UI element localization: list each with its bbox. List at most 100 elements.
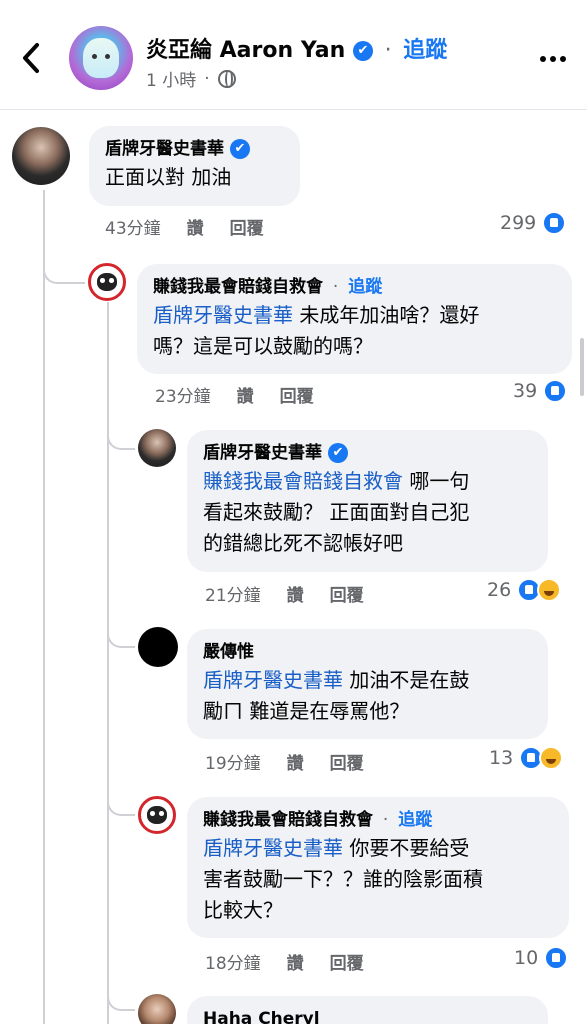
commenter-name[interactable]: 盾牌牙醫史書華 bbox=[105, 139, 224, 159]
reaction-count[interactable]: 299 bbox=[500, 211, 567, 235]
post-time-row: 1 小時 · bbox=[146, 66, 236, 91]
back-button[interactable] bbox=[14, 38, 48, 78]
comment-meta: 23分鐘 讚 回覆 bbox=[155, 382, 314, 407]
comment-time[interactable]: 19分鐘 bbox=[205, 749, 261, 774]
reply-button[interactable]: 回覆 bbox=[330, 749, 364, 774]
commenter-name-row: 盾牌牙醫史書華 ✔ bbox=[105, 136, 284, 162]
commenter-avatar[interactable] bbox=[12, 127, 70, 185]
mention-link[interactable]: 盾牌牙醫史書華 bbox=[203, 836, 343, 860]
comment-time[interactable]: 23分鐘 bbox=[155, 382, 211, 407]
commenter-name[interactable]: 賺錢我最會賠錢自救會 bbox=[153, 277, 323, 297]
comment-bubble: 賺錢我最會賠錢自救會 · 追蹤 盾牌牙醫史書華 未成年加油啥？還好 嗎？這是可以… bbox=[137, 264, 572, 374]
verified-icon: ✔ bbox=[352, 41, 373, 61]
more-options-button[interactable] bbox=[536, 42, 570, 76]
comment-bubble: 盾牌牙醫史書華 ✔ 正面以對 加油 bbox=[89, 126, 300, 206]
commenter-name-row: 賺錢我最會賠錢自救會 · 追蹤 bbox=[153, 274, 556, 300]
page-name-row: 炎亞綸 Aaron Yan ✔ · 追蹤 bbox=[146, 32, 447, 64]
mention-link[interactable]: 盾牌牙醫史書華 bbox=[203, 668, 343, 692]
reaction-count-value: 39 bbox=[513, 380, 538, 402]
comment-text: 盾牌牙醫史書華 未成年加油啥？還好 嗎？這是可以鼓勵的嗎？ bbox=[153, 300, 556, 362]
comment-text-line: 害者鼓勵一下？？誰的陰影面積 bbox=[203, 867, 483, 891]
commenter-avatar[interactable] bbox=[138, 627, 178, 667]
comment-text: 賺錢我最會賠錢自救會 哪一句 看起來鼓勵？ 正面面對自己犯 的錯總比死不認帳好吧 bbox=[203, 466, 532, 559]
reply-button[interactable]: 回覆 bbox=[330, 949, 364, 974]
like-button[interactable]: 讚 bbox=[237, 382, 254, 407]
follow-button[interactable]: 追蹤 bbox=[348, 277, 382, 297]
follow-button[interactable]: 追蹤 bbox=[398, 810, 432, 830]
separator-dot: · bbox=[204, 68, 210, 89]
post-header: 炎亞綸 Aaron Yan ✔ · 追蹤 1 小時 · bbox=[0, 0, 587, 110]
reply-button[interactable]: 回覆 bbox=[330, 581, 364, 606]
comment-text-line: 未成年加油啥？還好 bbox=[293, 303, 480, 327]
reply-button[interactable]: 回覆 bbox=[280, 382, 314, 407]
like-button[interactable]: 讚 bbox=[287, 749, 304, 774]
separator-dot: · bbox=[332, 277, 339, 297]
thread-connector bbox=[107, 778, 135, 816]
more-icon bbox=[540, 56, 546, 62]
comment-text-line: 哪一句 bbox=[403, 469, 470, 493]
like-button[interactable]: 讚 bbox=[287, 949, 304, 974]
commenter-name[interactable]: 嚴傳惟 bbox=[203, 642, 254, 662]
commenter-name-row: Haha Cheryl bbox=[203, 1006, 532, 1024]
scrollbar[interactable] bbox=[580, 338, 584, 396]
page-name[interactable]: 炎亞綸 Aaron Yan bbox=[146, 38, 345, 63]
comment-text: 盾牌牙醫史書華 加油不是在鼓 勵ㄇ 難道是在辱罵他？ bbox=[203, 665, 532, 727]
follow-button[interactable]: 追蹤 bbox=[403, 38, 447, 63]
thread-connector bbox=[107, 975, 135, 1011]
reaction-count[interactable]: 10 bbox=[514, 946, 569, 970]
commenter-avatar[interactable] bbox=[138, 796, 176, 834]
comment-text: 盾牌牙醫史書華 你要不要給受 害者鼓勵一下？？誰的陰影面積 比較大？ bbox=[203, 833, 553, 926]
separator-dot: · bbox=[382, 810, 389, 830]
like-reaction-icon bbox=[543, 379, 568, 403]
separator-dot: · bbox=[384, 38, 392, 63]
comment-text-line: 看起來鼓勵？ 正面面對自己犯 bbox=[203, 500, 470, 524]
reaction-count[interactable]: 26 bbox=[487, 578, 562, 602]
thread-connector bbox=[107, 410, 135, 450]
comment-meta: 18分鐘 讚 回覆 bbox=[205, 949, 364, 974]
like-button[interactable]: 讚 bbox=[187, 214, 204, 239]
commenter-name-row: 賺錢我最會賠錢自救會 · 追蹤 bbox=[203, 807, 553, 833]
commenter-name-row: 盾牌牙醫史書華 ✔ bbox=[203, 440, 532, 466]
comment-text-line: 加油不是在鼓 bbox=[343, 668, 470, 692]
mention-link[interactable]: 盾牌牙醫史書華 bbox=[153, 303, 293, 327]
verified-icon: ✔ bbox=[327, 443, 348, 463]
reaction-count[interactable]: 39 bbox=[513, 379, 568, 403]
mention-link[interactable]: 賺錢我最會賠錢自救會 bbox=[203, 469, 403, 493]
comment-meta: 43分鐘 讚 回覆 bbox=[105, 214, 264, 239]
comment-time[interactable]: 43分鐘 bbox=[105, 214, 161, 239]
haha-reaction-icon bbox=[537, 578, 562, 602]
like-button[interactable]: 讚 bbox=[287, 581, 304, 606]
comment-text-line: 比較大？ bbox=[203, 898, 283, 922]
reaction-count-value: 26 bbox=[487, 579, 512, 601]
reaction-count-value: 299 bbox=[500, 212, 537, 234]
reaction-count-value: 13 bbox=[489, 747, 514, 769]
like-reaction-icon bbox=[544, 946, 569, 970]
reply-button[interactable]: 回覆 bbox=[230, 214, 264, 239]
commenter-name[interactable]: 賺錢我最會賠錢自救會 bbox=[203, 810, 373, 830]
comment-bubble: 盾牌牙醫史書華 ✔ 賺錢我最會賠錢自救會 哪一句 看起來鼓勵？ 正面面對自己犯 … bbox=[187, 430, 548, 572]
thread-line bbox=[43, 190, 45, 1024]
commenter-name[interactable]: Haha Cheryl bbox=[203, 1009, 320, 1024]
comment-text: 正面以對 加油 bbox=[105, 165, 232, 189]
reaction-count-value: 10 bbox=[514, 947, 539, 969]
comment-text-line: 你要不要給受 bbox=[343, 836, 470, 860]
commenter-avatar[interactable] bbox=[138, 994, 176, 1024]
post-time[interactable]: 1 小時 bbox=[146, 66, 196, 91]
comment-text-line: 嗎？這是可以鼓勵的嗎？ bbox=[153, 334, 373, 358]
thread-connector bbox=[43, 240, 85, 284]
reaction-count[interactable]: 13 bbox=[489, 746, 564, 770]
comment-meta: 21分鐘 讚 回覆 bbox=[205, 581, 364, 606]
comment-bubble: Haha Cheryl bbox=[187, 996, 548, 1024]
commenter-avatar[interactable] bbox=[138, 429, 176, 467]
comment-text-line: 勵ㄇ 難道是在辱罵他？ bbox=[203, 699, 410, 723]
haha-reaction-icon bbox=[539, 746, 564, 770]
comment-time[interactable]: 21分鐘 bbox=[205, 581, 261, 606]
comment-time[interactable]: 18分鐘 bbox=[205, 949, 261, 974]
commenter-name[interactable]: 盾牌牙醫史書華 bbox=[203, 443, 322, 463]
commenter-avatar[interactable] bbox=[88, 263, 126, 301]
comment-text-line: 的錯總比死不認帳好吧 bbox=[203, 531, 403, 555]
back-arrow-icon bbox=[23, 43, 39, 73]
comment-meta: 19分鐘 讚 回覆 bbox=[205, 749, 364, 774]
comment-bubble: 嚴傳惟 盾牌牙醫史書華 加油不是在鼓 勵ㄇ 難道是在辱罵他？ bbox=[187, 629, 548, 739]
page-avatar[interactable] bbox=[69, 26, 133, 90]
